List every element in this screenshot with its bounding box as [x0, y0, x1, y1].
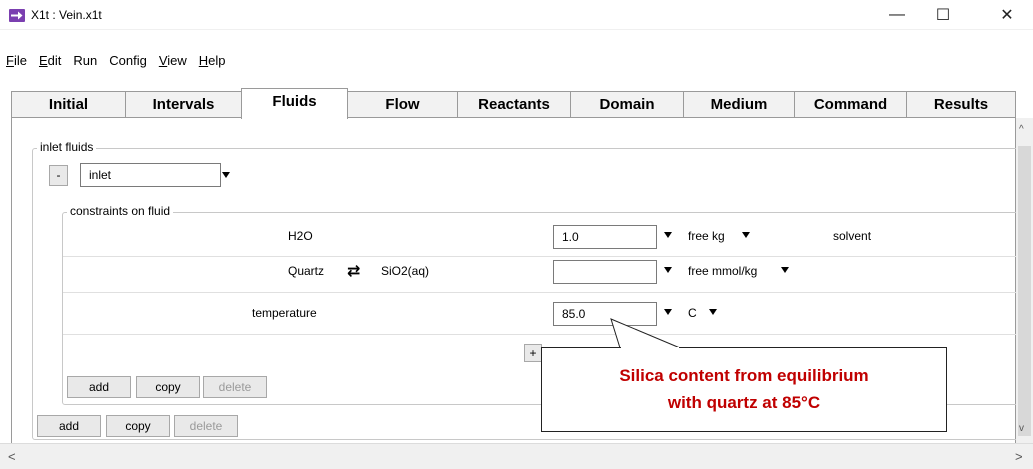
- tab-fluids[interactable]: Fluids: [241, 88, 348, 119]
- callout-pointer-cover: [621, 347, 679, 349]
